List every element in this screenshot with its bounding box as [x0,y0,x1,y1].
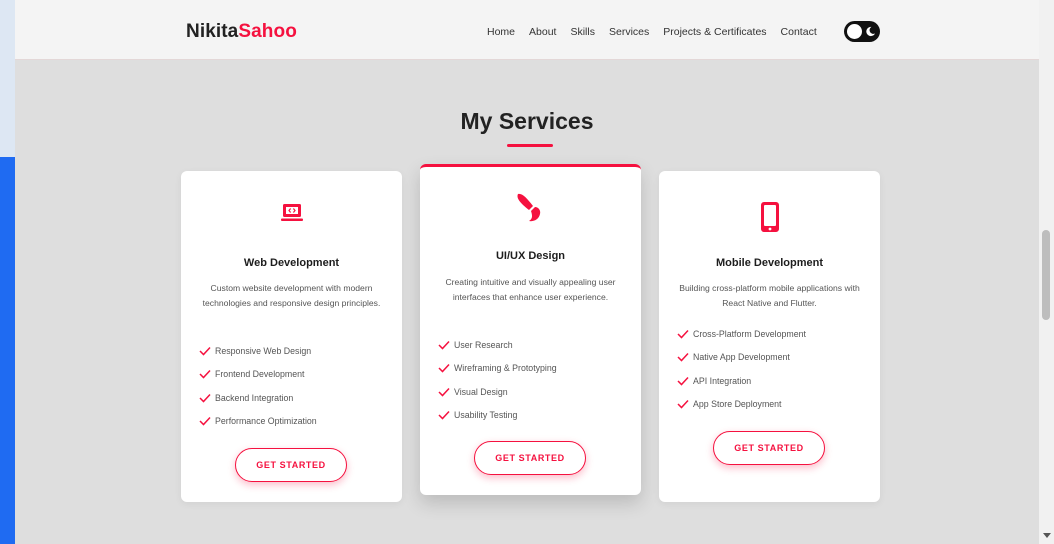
feature-item: API Integration [677,376,806,399]
check-icon [677,353,689,362]
paint-brush-icon [420,191,641,222]
check-icon [438,387,450,397]
feature-item: Performance Optimization [199,416,317,439]
get-started-button[interactable]: GET STARTED [713,431,825,465]
scroll-down-arrow-icon[interactable] [1043,533,1051,538]
check-icon [199,370,211,379]
check-icon [199,393,211,403]
check-icon [677,376,689,386]
feature-item: App Store Deployment [677,399,806,422]
brand-first-name: Nikita [186,21,239,42]
get-started-button[interactable]: GET STARTED [474,441,586,475]
feature-item: Backend Integration [199,393,317,416]
theme-toggle[interactable] [844,21,880,42]
brand-logo[interactable]: NikitaSahoo [186,21,297,43]
check-icon [438,364,450,373]
laptop-code-icon [181,201,402,231]
card-title: Mobile Development [716,257,823,269]
scrollbar-thumb[interactable] [1042,230,1050,320]
nav-link-home[interactable]: Home [487,26,515,38]
nav-link-projects[interactable]: Projects & Certificates [663,26,766,38]
get-started-button[interactable]: GET STARTED [235,448,347,482]
card-title: Web Development [243,257,340,269]
browser-viewport: NikitaSahoo Home About Skills Services P… [15,0,1039,544]
nav-link-about[interactable]: About [529,26,556,38]
card-description: Building cross-platform mobile applicati… [679,283,860,308]
feature-item: User Research [438,340,557,363]
check-icon [199,346,211,356]
nav-link-services[interactable]: Services [609,26,649,38]
feature-item: Usability Testing [438,410,557,433]
feature-list: User Research Wireframing & Prototyping … [438,340,557,434]
feature-list: Responsive Web Design Frontend Developme… [199,346,317,440]
feature-item: Cross-Platform Development [677,329,806,352]
check-icon [677,400,689,409]
nav-links: Home About Skills Services Projects & Ce… [487,26,831,38]
check-icon [438,340,450,350]
nav-link-contact[interactable]: Contact [781,26,817,38]
navbar: NikitaSahoo Home About Skills Services P… [15,0,1039,60]
title-underline [507,144,553,147]
mobile-icon [659,201,880,232]
service-card-web-development: Web Development Custom website developme… [181,171,402,502]
brand-last-name: Sahoo [238,21,297,42]
service-card-uiux-design: UI/UX Design Creating intuitive and visu… [420,164,641,495]
section-title: My Services [460,108,594,134]
card-description: Custom website development with modern t… [202,283,381,308]
feature-item: Visual Design [438,387,557,410]
toggle-knob [847,24,862,39]
feature-item: Responsive Web Design [199,346,317,369]
nav-link-skills[interactable]: Skills [570,26,595,38]
check-icon [438,411,450,420]
feature-item: Frontend Development [199,369,317,392]
moon-icon [866,26,876,37]
check-icon [677,329,689,339]
check-icon [199,417,211,426]
card-title: UI/UX Design [495,250,566,262]
card-description: Creating intuitive and visually appealin… [445,277,616,302]
feature-item: Wireframing & Prototyping [438,363,557,386]
service-card-mobile-development: Mobile Development Building cross-platfo… [659,171,880,502]
feature-item: Native App Development [677,352,806,375]
feature-list: Cross-Platform Development Native App De… [677,329,806,423]
